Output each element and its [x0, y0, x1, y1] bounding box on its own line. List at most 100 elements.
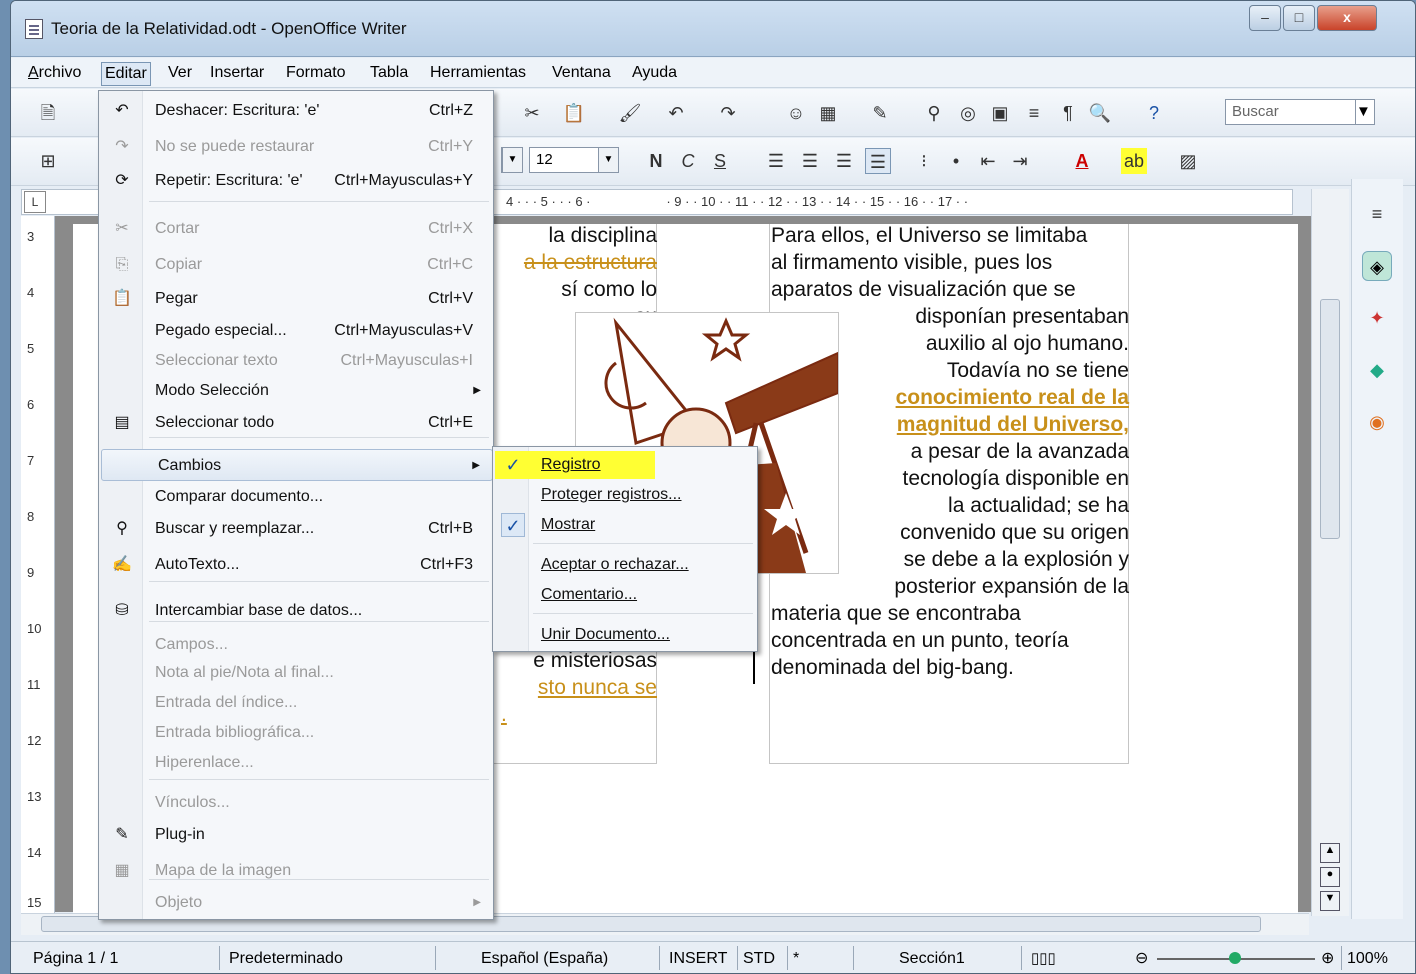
- left-column-bottom-text[interactable]: e misteriosas sto nunca se .: [501, 647, 657, 728]
- menu-ver[interactable]: Ver: [165, 62, 195, 86]
- italic-button[interactable]: C: [675, 148, 701, 174]
- menu-herramientas[interactable]: Herramientas: [427, 62, 529, 86]
- table-icon[interactable]: ▦: [815, 100, 841, 126]
- underline-button[interactable]: S: [707, 148, 733, 174]
- bullets-icon[interactable]: •: [943, 148, 969, 174]
- navigator-icon[interactable]: ☺: [783, 100, 809, 126]
- menu-editar[interactable]: Editar: [101, 62, 151, 86]
- decrease-indent-icon[interactable]: ⇤: [975, 148, 1001, 174]
- next-page-icon[interactable]: ▼: [1320, 891, 1340, 911]
- zoom-icon[interactable]: 🔍: [1087, 100, 1113, 126]
- vertical-scrollbar[interactable]: ▲ ● ▼: [1311, 189, 1349, 916]
- search-input[interactable]: Buscar: [1225, 99, 1375, 125]
- font-size-dropdown[interactable]: 12 ▼: [529, 147, 619, 173]
- edit-menu-item[interactable]: Pegado especial... Ctrl+Mayusculas+V: [99, 315, 493, 347]
- menu-ventana[interactable]: Ventana: [549, 62, 614, 86]
- edit-menu-item[interactable]: Hiperenlace...: [99, 747, 493, 779]
- edit-menu-item[interactable]: Vínculos...: [99, 787, 493, 819]
- vertical-scroll-thumb[interactable]: [1320, 299, 1340, 539]
- changes-menu-item[interactable]: ✓ Registro: [493, 449, 755, 481]
- edit-menu-item[interactable]: ⛁ Intercambiar base de datos...: [99, 595, 493, 627]
- edit-menu-item[interactable]: ⟳ Repetir: Escritura: 'e' Ctrl+Mayusculas+…: [99, 165, 493, 197]
- edit-menu-item[interactable]: ✍ AutoTexto... Ctrl+F3: [99, 549, 493, 581]
- tab-stop-icon[interactable]: L: [24, 191, 46, 213]
- bold-button[interactable]: N: [643, 148, 669, 174]
- gallery-sidebar-icon[interactable]: ◆: [1362, 355, 1392, 385]
- edit-menu-item[interactable]: ▦ Mapa de la imagen: [99, 855, 493, 887]
- edit-menu-item[interactable]: Seleccionar texto Ctrl+Mayusculas+I: [99, 345, 493, 377]
- help-icon[interactable]: ?: [1141, 100, 1167, 126]
- background-color-icon[interactable]: ▨: [1175, 148, 1201, 174]
- menu-formato[interactable]: Formato: [283, 62, 349, 86]
- menu-tabla[interactable]: Tabla: [367, 62, 411, 86]
- increase-indent-icon[interactable]: ⇥: [1007, 148, 1033, 174]
- format-paintbrush-icon[interactable]: 🖌: [617, 100, 643, 126]
- minimize-button[interactable]: –: [1249, 5, 1281, 31]
- edit-menu-item[interactable]: Entrada del índice...: [99, 687, 493, 719]
- changes-menu-item[interactable]: Comentario...: [493, 579, 755, 611]
- edit-menu-item[interactable]: 📋 Pegar Ctrl+V: [99, 283, 493, 315]
- edit-menu-item[interactable]: ↶ Deshacer: Escritura: 'e' Ctrl+Z: [99, 95, 493, 127]
- status-insert-mode[interactable]: INSERT: [669, 948, 727, 970]
- edit-menu-item[interactable]: Cambios ▶: [101, 449, 493, 481]
- find-icon[interactable]: ⚲: [921, 100, 947, 126]
- new-document-icon[interactable]: 🗎: [35, 100, 61, 126]
- navigator-sidebar-icon[interactable]: ◉: [1362, 407, 1392, 437]
- gallery-icon[interactable]: ▣: [987, 100, 1013, 126]
- font-color-icon[interactable]: A: [1069, 148, 1095, 174]
- edit-menu-item[interactable]: ✎ Plug-in: [99, 819, 493, 851]
- styles-icon[interactable]: ⊞: [35, 148, 61, 174]
- edit-menu-item[interactable]: ⎘ Copiar Ctrl+C: [99, 249, 493, 281]
- zoom-out-icon[interactable]: ⊖: [1135, 948, 1148, 970]
- highlight-icon[interactable]: ab: [1121, 148, 1147, 174]
- navigator-compass-icon[interactable]: ◎: [955, 100, 981, 126]
- menu-insertar[interactable]: Insertar: [207, 62, 267, 86]
- status-selection-mode[interactable]: STD: [743, 948, 775, 970]
- right-column-top-text[interactable]: Para ellos, el Universo se limitaba al f…: [771, 222, 1127, 303]
- prev-page-icon[interactable]: ▲: [1320, 843, 1340, 863]
- edit-menu-item[interactable]: ↷ No se puede restaurar Ctrl+Y: [99, 131, 493, 163]
- changes-menu-item[interactable]: ✓ Mostrar: [493, 509, 755, 541]
- nonprinting-chars-icon[interactable]: ¶: [1055, 100, 1081, 126]
- redo-toolbar-icon[interactable]: ↷: [715, 100, 741, 126]
- search-dropdown-arrow[interactable]: ▼: [1355, 99, 1375, 125]
- zoom-in-icon[interactable]: ⊕: [1321, 948, 1334, 970]
- edit-menu-item[interactable]: Objeto ▶: [99, 887, 493, 919]
- menu-ayuda[interactable]: Ayuda: [629, 62, 680, 86]
- view-layout-icon[interactable]: ▯▯▯: [1031, 948, 1056, 970]
- justify-icon[interactable]: ☰: [865, 148, 891, 174]
- navigation-icon[interactable]: ●: [1320, 867, 1340, 887]
- close-button[interactable]: x: [1317, 5, 1377, 31]
- changes-menu-item[interactable]: Proteger registros...: [493, 479, 755, 511]
- datasources-icon[interactable]: ≡: [1021, 100, 1047, 126]
- status-zoom[interactable]: 100%: [1347, 948, 1388, 970]
- cut-toolbar-icon[interactable]: ✂: [519, 100, 545, 126]
- paste-toolbar-icon[interactable]: 📋: [561, 100, 587, 126]
- changes-menu-item[interactable]: Aceptar o rechazar...: [493, 549, 755, 581]
- edit-menu-item[interactable]: Modo Selección ▶: [99, 375, 493, 407]
- sidebar-menu-icon[interactable]: ≡: [1362, 199, 1392, 229]
- status-page[interactable]: Página 1 / 1: [33, 948, 118, 970]
- numbering-icon[interactable]: ⁝: [911, 148, 937, 174]
- edit-menu-item[interactable]: Entrada bibliográfica...: [99, 717, 493, 749]
- draw-icon[interactable]: ✎: [867, 100, 893, 126]
- undo-toolbar-icon[interactable]: ↶: [663, 100, 689, 126]
- status-language[interactable]: Español (España): [481, 948, 608, 970]
- align-right-icon[interactable]: ☰: [831, 148, 857, 174]
- changes-menu-item[interactable]: Unir Documento...: [493, 619, 755, 651]
- properties-icon[interactable]: ◈: [1362, 251, 1392, 281]
- edit-menu-item[interactable]: Comparar documento...: [99, 481, 493, 513]
- align-center-icon[interactable]: ☰: [797, 148, 823, 174]
- align-left-icon[interactable]: ☰: [763, 148, 789, 174]
- edit-menu-item[interactable]: ✂ Cortar Ctrl+X: [99, 213, 493, 245]
- status-page-style[interactable]: Predeterminado: [229, 948, 343, 970]
- maximize-button[interactable]: □: [1283, 5, 1315, 31]
- edit-menu-item[interactable]: ⚲ Buscar y reemplazar... Ctrl+B: [99, 513, 493, 545]
- right-column-bottom-text[interactable]: materia que se encontraba concentrada en…: [771, 600, 1127, 681]
- edit-menu-item[interactable]: ▤ Seleccionar todo Ctrl+E: [99, 407, 493, 439]
- edit-menu-item[interactable]: Nota al pie/Nota al final...: [99, 657, 493, 689]
- font-name-dropdown[interactable]: ▼: [501, 147, 523, 173]
- menu-archivo[interactable]: Archivo: [25, 62, 84, 86]
- zoom-slider-handle[interactable]: [1229, 952, 1241, 964]
- right-column-wrap-text[interactable]: disponían presentaban auxilio al ojo hum…: [857, 303, 1129, 600]
